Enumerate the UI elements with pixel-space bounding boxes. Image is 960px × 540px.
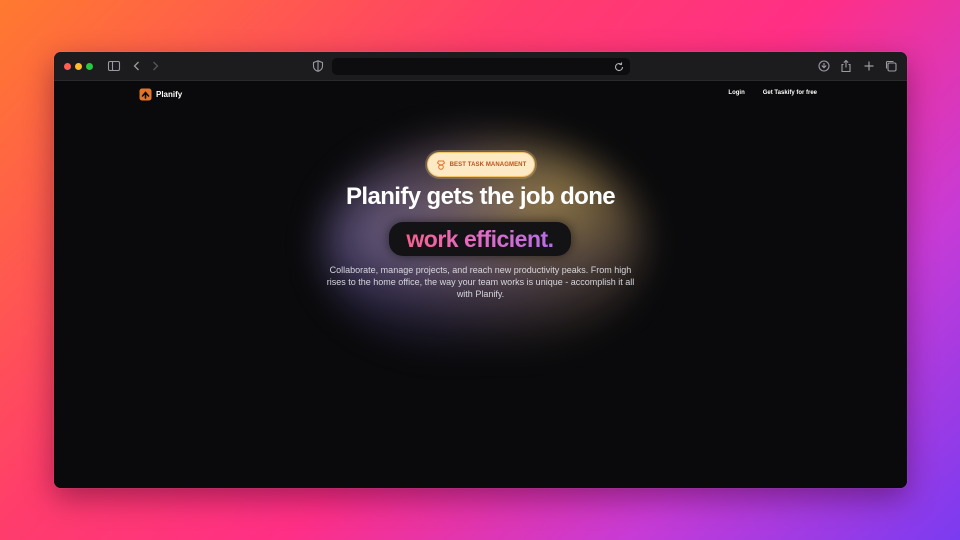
page-content: Planify Login Get Taskify for free BEST … [54,81,907,488]
tabs-overview-icon[interactable] [884,59,898,73]
back-icon[interactable] [130,59,144,73]
hero-headline: Planify gets the job done [345,183,616,210]
minimize-window-button[interactable] [75,63,82,70]
planify-logo-icon [139,88,152,101]
address-bar[interactable] [332,58,630,75]
get-free-link[interactable]: Get Taskify for free [763,90,817,96]
top-nav: Login Get Taskify for free [728,90,817,96]
zoom-window-button[interactable] [86,63,93,70]
reload-icon[interactable] [613,60,625,72]
sidebar-icon[interactable] [107,59,121,73]
browser-window: Planify Login Get Taskify for free BEST … [54,52,907,488]
brand-logo[interactable]: Planify [139,88,182,101]
hero-description: Collaborate, manage projects, and reach … [326,265,635,299]
forward-icon[interactable] [148,59,162,73]
download-icon[interactable] [817,59,831,73]
share-icon[interactable] [839,59,853,73]
browser-toolbar [54,52,907,81]
close-window-button[interactable] [64,63,71,70]
badge-label: BEST TASK MANAGMENT [449,161,527,168]
highlight-text: work efficient. [406,225,554,252]
medal-icon [436,160,445,170]
new-tab-icon[interactable] [862,59,876,73]
brand-name: Planify [156,90,183,99]
highlight-pill: work efficient. [389,222,571,256]
shield-icon[interactable] [311,59,325,73]
login-link[interactable]: Login [728,90,744,96]
hero-badge: BEST TASK MANAGMENT [427,152,535,177]
